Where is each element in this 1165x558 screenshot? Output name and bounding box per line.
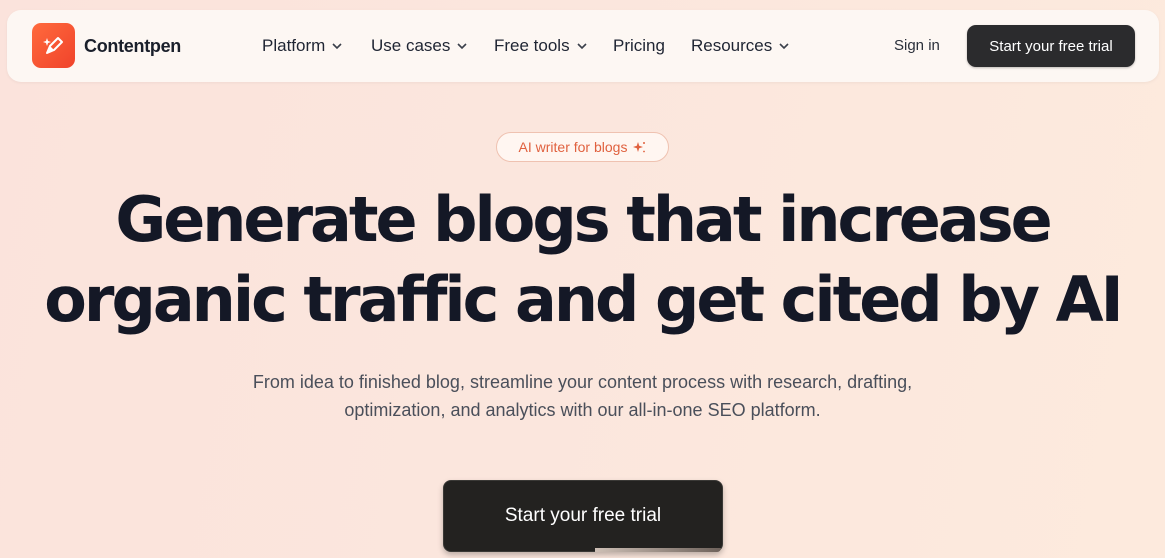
nav-item-label: Resources [691, 36, 773, 55]
pen-sparkle-icon [42, 36, 63, 54]
chevron-down-icon [779, 43, 789, 50]
nav-item-label: Use cases [371, 36, 451, 55]
hero-subtext-line-1: From idea to finished blog, streamline y… [252, 372, 913, 392]
hero-badge: AI writer for blogs [496, 132, 669, 162]
sparkle-icon [633, 141, 646, 152]
nav-item-use-cases[interactable]: Use cases [371, 36, 468, 56]
chevron-down-icon [457, 43, 467, 50]
nav-item-platform[interactable]: Platform [262, 36, 343, 56]
nav-start-trial-button[interactable]: Start your free trial [967, 25, 1135, 67]
hero-headline: Generate blogs that increase organic tra… [0, 180, 1165, 340]
hero-headline-line-1: Generate blogs that increase [115, 183, 1052, 256]
top-navbar: Contentpen Platform Use cases Free tools… [7, 10, 1159, 82]
chevron-down-icon [332, 43, 342, 50]
nav-item-label: Pricing [613, 36, 665, 55]
nav-item-label: Platform [262, 36, 326, 55]
chevron-down-icon [577, 43, 587, 50]
hero-subtext: From idea to finished blog, streamline y… [200, 368, 965, 424]
sign-in-link[interactable]: Sign in [894, 37, 940, 54]
logo-icon[interactable] [32, 23, 75, 68]
nav-item-label: Free tools [494, 36, 570, 55]
nav-item-resources[interactable]: Resources [691, 36, 790, 56]
brand-name[interactable]: Contentpen [84, 36, 181, 57]
hero-start-trial-button[interactable]: Start your free trial [443, 480, 723, 552]
hero-badge-label: AI writer for blogs [518, 139, 628, 155]
nav-item-free-tools[interactable]: Free tools [494, 36, 588, 56]
nav-item-pricing[interactable]: Pricing [613, 36, 665, 56]
hero-headline-line-2: organic traffic and get cited by AI [44, 263, 1123, 336]
hero-button-highlight [595, 548, 721, 552]
hero-subtext-line-2: optimization, and analytics with our all… [344, 400, 821, 420]
